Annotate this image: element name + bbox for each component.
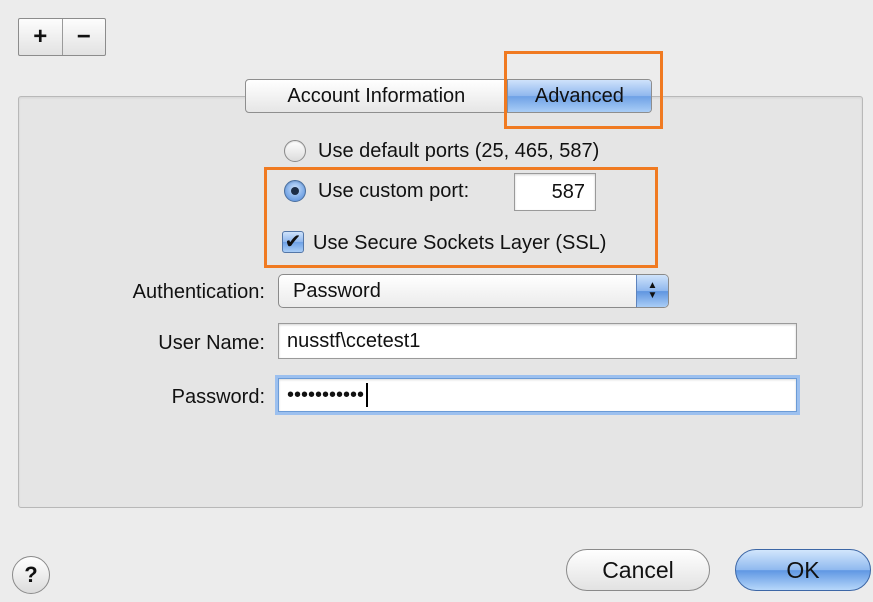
add-remove-control: + − <box>18 18 106 56</box>
tab-bar: Account Information Advanced <box>245 79 652 113</box>
password-label: Password: <box>171 386 265 408</box>
ssl-label: Use Secure Sockets Layer (SSL) <box>313 232 607 254</box>
authentication-select[interactable]: Password ▲ ▼ <box>278 274 669 308</box>
password-value: ••••••••••• <box>287 383 365 406</box>
custom-port-label: Use custom port: <box>318 180 470 202</box>
updown-arrows-icon: ▲ ▼ <box>636 275 668 307</box>
user-name-label: User Name: <box>158 332 265 354</box>
ssl-checkbox[interactable]: ✔ <box>282 231 304 253</box>
help-button[interactable]: ? <box>12 556 50 594</box>
custom-port-radio[interactable] <box>284 180 306 202</box>
authentication-label: Authentication: <box>132 281 265 303</box>
authentication-value: Password <box>293 279 381 302</box>
checkmark-icon: ✔ <box>284 231 302 253</box>
text-caret <box>366 383 369 407</box>
custom-port-field[interactable]: 587 <box>514 173 596 211</box>
ok-button[interactable]: OK <box>735 549 871 591</box>
default-ports-radio[interactable] <box>284 140 306 162</box>
tab-account-information[interactable]: Account Information <box>246 80 507 112</box>
add-account-button[interactable]: + <box>19 19 62 55</box>
default-ports-label: Use default ports (25, 465, 587) <box>318 140 600 162</box>
user-name-field[interactable]: nusstf\ccetest1 <box>278 323 797 359</box>
remove-account-button[interactable]: − <box>61 19 106 55</box>
password-field[interactable]: ••••••••••• <box>278 378 797 412</box>
cancel-button[interactable]: Cancel <box>566 549 710 591</box>
tab-advanced[interactable]: Advanced <box>506 80 651 112</box>
